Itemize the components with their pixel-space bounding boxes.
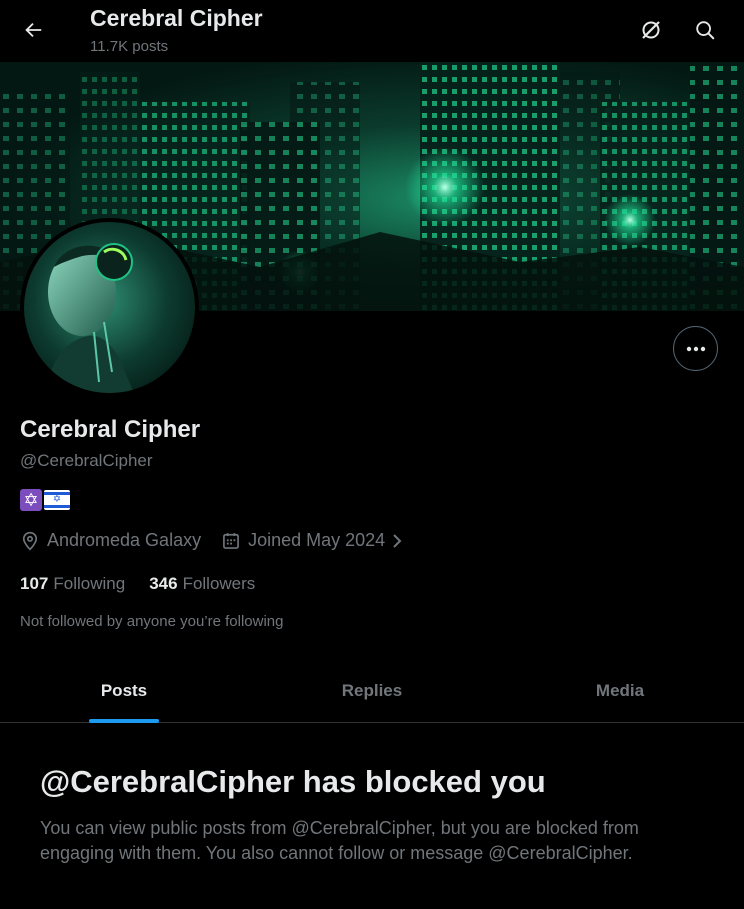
israel-flag-emoji: ✡ — [44, 490, 70, 510]
bio-emojis: ✡ ✡ — [20, 489, 70, 511]
calendar-icon — [223, 532, 240, 549]
page-title: Cerebral Cipher — [90, 5, 263, 31]
followers-count: 346 — [149, 574, 178, 593]
profile-meta: Andromeda Galaxy Joined May 2024 — [20, 530, 403, 551]
chevron-right-icon — [393, 533, 402, 548]
tab-posts-label: Posts — [100, 681, 148, 700]
profile-tabs: Posts Replies Media — [0, 660, 744, 723]
joined-text: Joined May 2024 — [248, 530, 386, 550]
location: Andromeda Galaxy — [20, 530, 201, 551]
grok-icon — [642, 21, 660, 39]
following-link[interactable]: 107 Following — [20, 574, 125, 594]
tab-replies-label: Replies — [341, 681, 403, 700]
active-tab-indicator — [89, 719, 159, 723]
not-followed-notice: Not followed by anyone you’re following — [20, 613, 284, 630]
more-icon — [686, 346, 705, 351]
tab-replies[interactable]: Replies — [248, 660, 496, 722]
top-bar: Cerebral Cipher 11.7K posts — [0, 0, 744, 62]
search-button[interactable] — [686, 11, 724, 49]
search-icon — [696, 21, 715, 40]
location-text: Andromeda Galaxy — [47, 530, 202, 550]
avatar-image — [24, 222, 195, 393]
following-count: 107 — [20, 574, 49, 593]
following-label: Following — [53, 574, 126, 593]
followers-link[interactable]: 346 Followers — [149, 574, 255, 594]
followers-label: Followers — [182, 574, 256, 593]
blocked-description: You can view public posts from @Cerebral… — [40, 818, 639, 863]
star-of-david-emoji: ✡ — [20, 489, 42, 511]
location-pin-icon — [22, 531, 38, 551]
more-options-button[interactable] — [673, 326, 718, 371]
arrow-left-icon — [25, 22, 42, 38]
blocked-title: @CerebralCipher has blocked you — [40, 764, 546, 799]
profile-avatar[interactable] — [20, 218, 199, 397]
grok-button[interactable] — [632, 11, 670, 49]
display-name: Cerebral Cipher — [20, 416, 201, 443]
follow-stats: 107 Following 346 Followers — [20, 574, 255, 594]
tab-media[interactable]: Media — [496, 660, 744, 722]
tab-posts[interactable]: Posts — [0, 660, 248, 723]
posts-count: 11.7K posts — [90, 38, 169, 55]
tab-media-label: Media — [595, 681, 645, 700]
username-handle: @CerebralCipher — [20, 451, 153, 470]
join-date[interactable]: Joined May 2024 — [221, 530, 403, 551]
back-button[interactable] — [14, 11, 52, 49]
